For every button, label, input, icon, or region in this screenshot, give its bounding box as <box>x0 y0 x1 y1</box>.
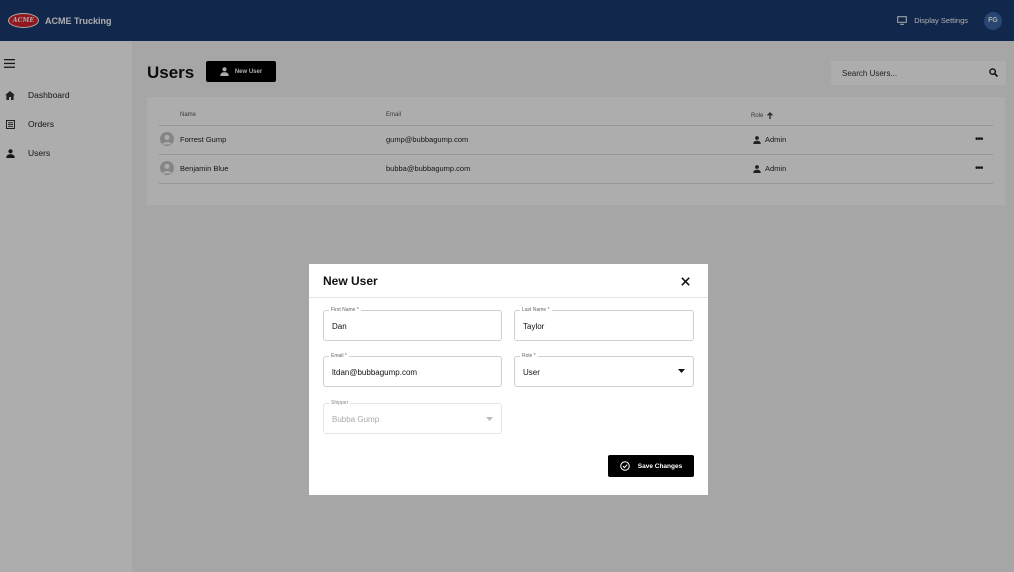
role-select[interactable]: Role * User <box>514 353 694 387</box>
save-changes-button[interactable]: Save Changes <box>608 455 694 477</box>
field-label: Shipper <box>329 400 351 406</box>
caret-down-icon <box>486 417 493 421</box>
field-label: Role * <box>520 353 538 359</box>
dialog-divider <box>309 297 708 298</box>
field-value: User <box>523 368 540 377</box>
save-changes-label: Save Changes <box>637 462 683 470</box>
field-label: Email * <box>329 353 349 359</box>
check-circle-icon <box>619 461 630 471</box>
close-icon[interactable] <box>681 273 690 291</box>
field-value: Taylor <box>523 322 545 331</box>
new-user-dialog: New User First Name * Dan Last Name * Ta… <box>309 264 708 495</box>
first-name-field[interactable]: First Name * Dan <box>323 307 502 341</box>
caret-down-icon <box>678 369 685 373</box>
field-value: Dan <box>332 322 347 331</box>
dialog-title: New User <box>323 274 378 288</box>
email-field[interactable]: Email * ltdan@bubbagump.com <box>323 353 502 387</box>
last-name-field[interactable]: Last Name * Taylor <box>514 307 694 341</box>
field-value: Bubba Gump <box>332 415 380 424</box>
field-label: Last Name * <box>520 307 552 313</box>
field-value: ltdan@bubbagump.com <box>332 368 418 377</box>
field-label: First Name * <box>329 307 361 313</box>
shipper-select: Shipper Bubba Gump <box>323 400 502 434</box>
